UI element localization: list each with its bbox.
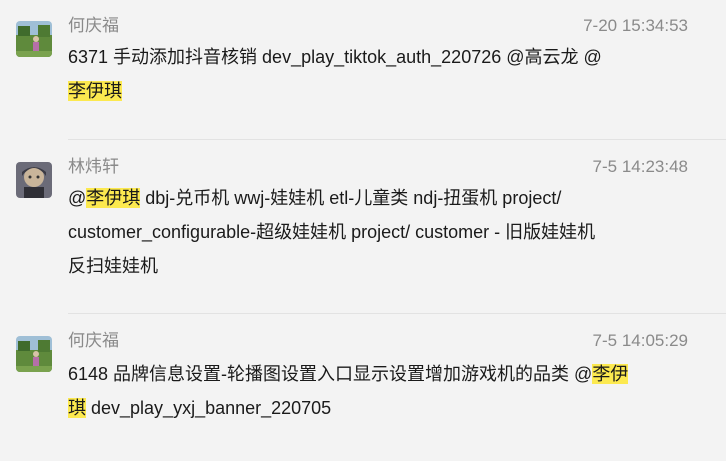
avatar[interactable] [16,21,52,57]
message-timestamp: 7-20 15:34:53 [583,16,688,35]
message-text: dbj-兑币机 wwj-娃娃机 etl-儿童类 ndj-扭蛋机 project/ [140,188,562,208]
message-text: 6371 手动添加抖音核销 dev_play_tiktok_auth_22072… [68,47,602,67]
message-line: 反扫娃娃机 [68,249,688,283]
sender-name[interactable]: 何庆福 [68,331,119,351]
mention-tag[interactable]: 李伊 [592,364,629,384]
message-text: customer_configurable-超级娃娃机 project/ cus… [68,222,596,242]
message-line: 6148 品牌信息设置-轮播图设置入口显示设置增加游戏机的品类 @李伊 [68,357,688,391]
message-line: 李伊琪 [68,74,688,108]
message-body: 6148 品牌信息设置-轮播图设置入口显示设置增加游戏机的品类 @李伊 琪 de… [68,357,688,425]
message-text: dev_play_yxj_banner_220705 [86,398,332,418]
mention-tag[interactable]: 琪 [68,398,86,418]
sender-name[interactable]: 何庆福 [68,16,119,36]
message-divider [68,139,726,140]
mention-tag[interactable]: 李伊琪 [68,81,122,101]
message-timestamp: 7-5 14:23:48 [592,157,688,176]
message-line: customer_configurable-超级娃娃机 project/ cus… [68,215,688,249]
message-text: 6148 品牌信息设置-轮播图设置入口显示设置增加游戏机的品类 @ [68,364,593,384]
sender-name[interactable]: 林炜轩 [68,157,119,177]
message-line: 琪 dev_play_yxj_banner_220705 [68,391,688,425]
message-text: 反扫娃娃机 [68,256,158,276]
message-text: @ [68,188,87,208]
avatar[interactable] [16,336,52,372]
message-divider [68,313,726,314]
message-line: 6371 手动添加抖音核销 dev_play_tiktok_auth_22072… [68,40,688,74]
message-line: @李伊琪 dbj-兑币机 wwj-娃娃机 etl-儿童类 ndj-扭蛋机 pro… [68,181,688,215]
message-timestamp: 7-5 14:05:29 [592,331,688,350]
message-body: 6371 手动添加抖音核销 dev_play_tiktok_auth_22072… [68,40,688,108]
mention-tag[interactable]: 李伊琪 [86,188,141,208]
avatar[interactable] [16,162,52,198]
message-body: @李伊琪 dbj-兑币机 wwj-娃娃机 etl-儿童类 ndj-扭蛋机 pro… [68,181,688,283]
